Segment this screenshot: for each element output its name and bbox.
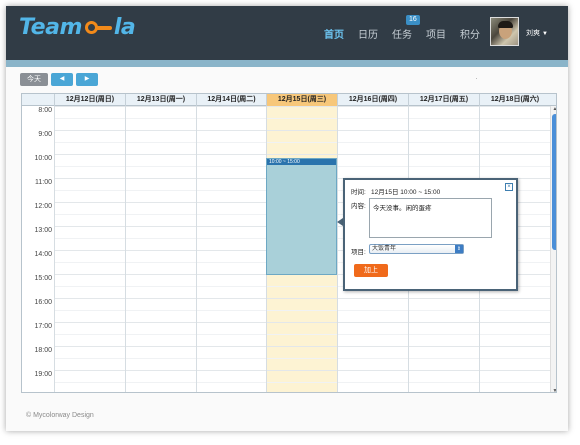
- time-label: 14:00: [34, 251, 52, 258]
- time-label: 15:00: [34, 275, 52, 282]
- logo-mark-icon: [83, 19, 113, 37]
- nav-tasks-label: 任务: [392, 30, 412, 41]
- day-header-fri[interactable]: 12月17日(周五): [408, 94, 479, 106]
- time-label: 16:00: [34, 299, 52, 306]
- close-icon[interactable]: ×: [505, 183, 513, 191]
- scrollbar-thumb[interactable]: [552, 114, 556, 250]
- day-header-sat[interactable]: 12月18日(周六): [479, 94, 550, 106]
- add-event-button[interactable]: 加上: [354, 264, 388, 277]
- project-select[interactable]: 大饭青年 ⇕: [369, 244, 464, 254]
- calendar-toolbar: 今天 ◀ ▶: [20, 73, 101, 86]
- event-popup: 时间: 12月15日 10:00 ~ 15:00 × 内容: 今天没事。闲的蛋疼…: [343, 178, 518, 291]
- time-label: 18:00: [34, 347, 52, 354]
- day-header-mon[interactable]: 12月13日(周一): [125, 94, 196, 106]
- vertical-scrollbar[interactable]: ▲ ▼: [550, 106, 556, 392]
- main-nav: 首页 日历 任务 16 项目 积分: [324, 15, 494, 41]
- scroll-up-icon[interactable]: ▲: [551, 106, 556, 112]
- project-select-value: 大饭青年: [372, 246, 397, 252]
- nav-calendar[interactable]: 日历: [358, 26, 378, 41]
- day-header-wed-today[interactable]: 12月15日(周三): [266, 94, 337, 106]
- header-subbar: [6, 60, 568, 67]
- day-header-sun[interactable]: 12月12日(周日): [54, 94, 125, 106]
- prev-week-button[interactable]: ◀: [51, 73, 73, 86]
- popup-content-label: 内容:: [351, 203, 366, 210]
- footer-copyright: © Mycolorway Design: [26, 412, 94, 419]
- popup-time-label: 时间:: [351, 189, 366, 196]
- top-header: Team la 首页 日历 任务 16 项目 积分 刘爽 ▼: [6, 6, 568, 60]
- nav-home[interactable]: 首页: [324, 26, 344, 41]
- day-header-tue[interactable]: 12月14日(周二): [196, 94, 266, 106]
- calendar-event[interactable]: 10:00 ~ 15:00: [266, 158, 337, 275]
- dropdown-arrow-icon: ⇕: [455, 245, 463, 253]
- day-header-thu[interactable]: 12月16日(周四): [337, 94, 408, 106]
- nav-projects[interactable]: 项目: [426, 26, 446, 41]
- time-label: 17:00: [34, 323, 52, 330]
- logo-text-left: Team: [19, 15, 82, 40]
- time-label: 9:00: [38, 131, 52, 138]
- scroll-down-icon[interactable]: ▼: [551, 388, 556, 392]
- user-name: 刘爽: [526, 30, 540, 37]
- app-window: Team la 首页 日历 任务 16 项目 积分 刘爽 ▼ 今天 ◀ ▶ 12月1…: [6, 6, 568, 431]
- event-content-input[interactable]: 今天没事。闲的蛋疼: [369, 198, 492, 238]
- time-label: 11:00: [35, 179, 52, 186]
- time-label: 19:00: [34, 371, 52, 378]
- event-time: 10:00 ~ 15:00: [267, 159, 336, 165]
- popup-project-label: 项目:: [351, 249, 366, 256]
- popup-time-value: 12月15日 10:00 ~ 15:00: [371, 189, 441, 196]
- time-label: 13:00: [34, 227, 52, 234]
- time-label: 12:00: [34, 203, 52, 210]
- time-label: 8:00: [38, 107, 52, 114]
- chevron-down-icon: ▼: [542, 31, 548, 37]
- next-week-button[interactable]: ▶: [76, 73, 98, 86]
- logo-text-right: la: [113, 15, 136, 40]
- task-count-badge: 16: [406, 15, 420, 25]
- time-label: 10:00: [34, 155, 52, 162]
- calendar-header: 12月12日(周日) 12月13日(周一) 12月14日(周二) 12月15日(…: [22, 94, 556, 106]
- nav-points[interactable]: 积分: [460, 26, 480, 41]
- divider-dot: [476, 78, 477, 79]
- logo[interactable]: Team la: [19, 15, 136, 40]
- today-button[interactable]: 今天: [20, 73, 48, 86]
- nav-tasks[interactable]: 任务 16: [392, 15, 420, 41]
- avatar[interactable]: [490, 17, 519, 46]
- user-menu[interactable]: 刘爽 ▼: [526, 28, 548, 38]
